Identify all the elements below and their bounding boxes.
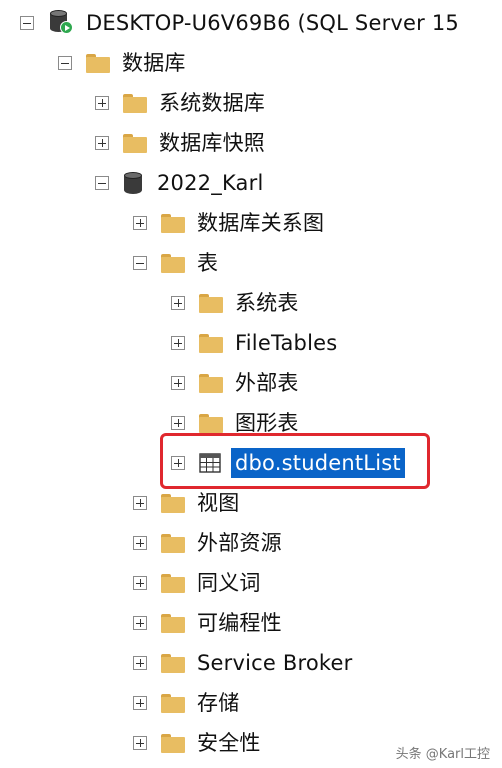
tree-node-service-broker[interactable]: Service Broker — [133, 646, 352, 680]
expand-toggle[interactable] — [133, 216, 147, 230]
collapse-toggle[interactable] — [95, 176, 109, 190]
expand-toggle[interactable] — [95, 136, 109, 150]
folder-icon — [161, 733, 185, 753]
expand-toggle[interactable] — [133, 656, 147, 670]
tree-node-databases[interactable]: 数据库 — [58, 46, 186, 80]
tree-node-system-tables[interactable]: 系统表 — [171, 286, 299, 320]
tree-node-database-2022-karl[interactable]: 2022_Karl — [95, 166, 263, 200]
collapse-toggle[interactable] — [58, 56, 72, 70]
folder-icon — [161, 493, 185, 513]
tree-node-db-diagrams[interactable]: 数据库关系图 — [133, 206, 324, 240]
folder-icon — [161, 653, 185, 673]
folder-icon — [161, 213, 185, 233]
folder-icon — [161, 253, 185, 273]
folder-icon — [161, 573, 185, 593]
tree-node-filetables[interactable]: FileTables — [171, 326, 337, 360]
node-label: 可编程性 — [197, 611, 282, 635]
annotation-highlight-box — [160, 433, 430, 489]
node-label: Service Broker — [197, 651, 353, 675]
node-label: 同义词 — [197, 571, 261, 595]
expand-toggle[interactable] — [133, 496, 147, 510]
database-icon — [123, 171, 143, 195]
folder-icon — [161, 693, 185, 713]
folder-icon — [161, 613, 185, 633]
tree-node-programmability[interactable]: 可编程性 — [133, 606, 282, 640]
tree-node-storage[interactable]: 存储 — [133, 686, 239, 720]
tree-node-synonyms[interactable]: 同义词 — [133, 566, 261, 600]
node-label: 外部表 — [235, 371, 299, 395]
folder-icon — [86, 53, 110, 73]
tree-node-security[interactable]: 安全性 — [133, 726, 261, 760]
expand-toggle[interactable] — [171, 376, 185, 390]
expand-toggle[interactable] — [133, 616, 147, 630]
node-label: 系统数据库 — [159, 91, 265, 115]
node-label: 数据库快照 — [159, 131, 265, 155]
expand-toggle[interactable] — [133, 576, 147, 590]
expand-toggle[interactable] — [171, 336, 185, 350]
node-label: 视图 — [197, 491, 240, 515]
node-label: 外部资源 — [197, 531, 282, 555]
node-label: 数据库 — [122, 51, 186, 75]
node-label: 存储 — [197, 691, 240, 715]
node-label: 数据库关系图 — [197, 211, 325, 235]
tree-node-db-snapshots[interactable]: 数据库快照 — [95, 126, 265, 160]
node-label: 2022_Karl — [157, 171, 264, 195]
folder-icon — [199, 413, 223, 433]
tree-node-views[interactable]: 视图 — [133, 486, 239, 520]
tree-node-external-resources[interactable]: 外部资源 — [133, 526, 282, 560]
expand-toggle[interactable] — [133, 536, 147, 550]
node-label: FileTables — [235, 331, 338, 355]
tree-node-server[interactable]: DESKTOP-U6V69B6 (SQL Server 15 — [20, 6, 459, 40]
folder-icon — [123, 93, 147, 113]
expand-toggle[interactable] — [171, 296, 185, 310]
folder-icon — [199, 373, 223, 393]
server-running-icon — [48, 10, 74, 36]
watermark: 头条 @Karl工控 — [395, 747, 490, 762]
server-label: DESKTOP-U6V69B6 (SQL Server 15 — [86, 11, 459, 35]
expand-toggle[interactable] — [133, 736, 147, 750]
node-label: 系统表 — [235, 291, 299, 315]
tree-node-external-tables[interactable]: 外部表 — [171, 366, 299, 400]
tree-node-tables[interactable]: 表 — [133, 246, 218, 280]
expand-toggle[interactable] — [133, 696, 147, 710]
folder-icon — [199, 333, 223, 353]
expand-toggle[interactable] — [95, 96, 109, 110]
node-label: 安全性 — [197, 731, 261, 755]
expand-toggle[interactable] — [171, 416, 185, 430]
collapse-toggle[interactable] — [133, 256, 147, 270]
collapse-toggle[interactable] — [20, 16, 34, 30]
folder-icon — [161, 533, 185, 553]
tree-node-system-databases[interactable]: 系统数据库 — [95, 86, 265, 120]
folder-icon — [123, 133, 147, 153]
node-label: 表 — [197, 251, 219, 275]
folder-icon — [199, 293, 223, 313]
